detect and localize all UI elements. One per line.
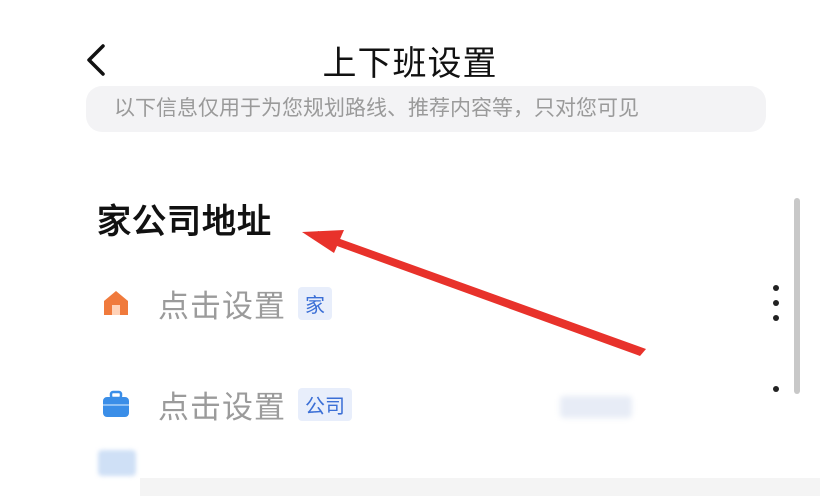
work-address-label: 点击设置 — [158, 389, 286, 426]
next-section-edge — [140, 478, 820, 496]
section-title: 家公司地址 — [97, 202, 272, 242]
privacy-notice: 以下信息仅用于为您规划路线、推荐内容等，只对您可见 — [86, 86, 766, 132]
home-more-button[interactable] — [766, 285, 786, 321]
more-dot — [773, 386, 779, 392]
blurred-content — [560, 396, 632, 418]
scrollbar[interactable] — [794, 198, 800, 394]
work-address-row[interactable]: 点击设置 公司 — [96, 374, 786, 434]
home-address-row[interactable]: 点击设置 家 — [96, 273, 786, 333]
briefcase-icon — [96, 384, 136, 424]
more-dot — [773, 285, 779, 291]
home-tag: 家 — [298, 286, 332, 320]
privacy-notice-text: 以下信息仅用于为您规划路线、推荐内容等，只对您可见 — [114, 96, 639, 120]
home-address-label: 点击设置 — [158, 288, 286, 325]
work-tag: 公司 — [298, 387, 352, 421]
arrow-head — [302, 230, 344, 253]
more-dot — [773, 315, 779, 321]
blurred-icon — [98, 450, 136, 476]
work-more-button[interactable] — [766, 386, 786, 422]
more-dot — [773, 300, 779, 306]
home-icon — [96, 283, 136, 323]
page-title: 上下班设置 — [322, 44, 498, 84]
